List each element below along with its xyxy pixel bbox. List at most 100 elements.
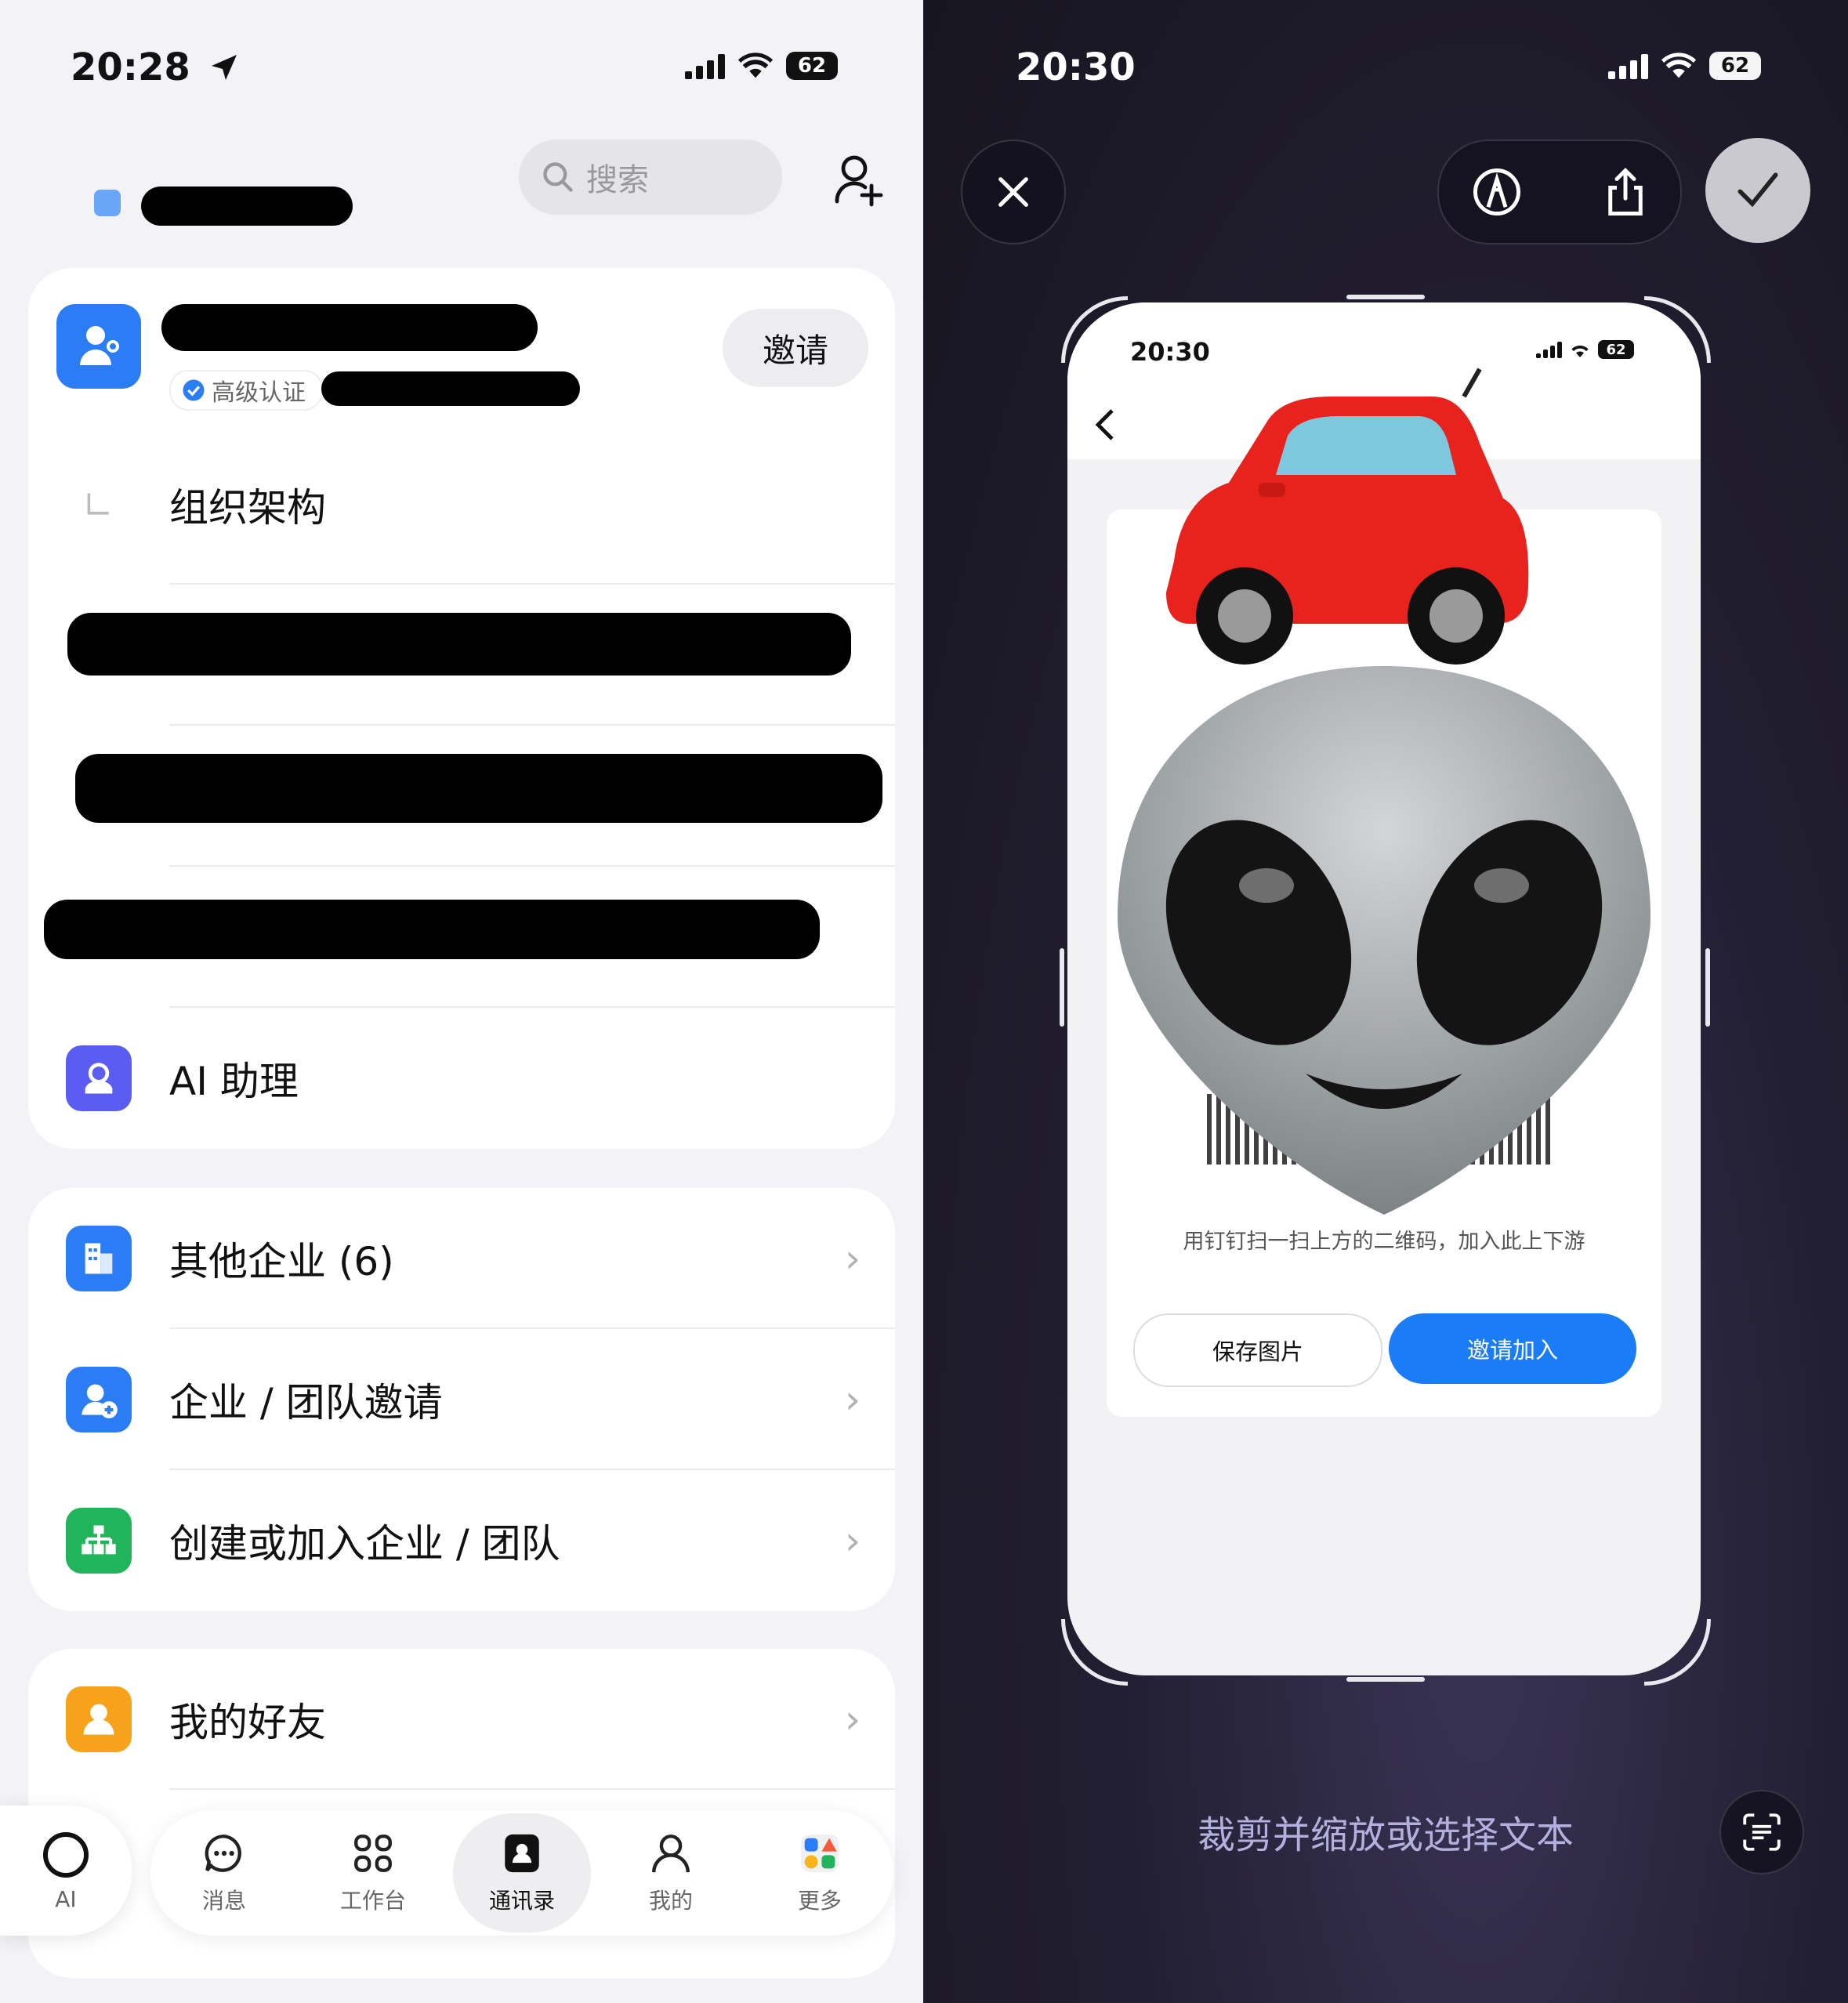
invite-join-label: 邀请加入 <box>1466 1337 1558 1364</box>
chevron-right-icon: › <box>845 1697 861 1742</box>
verified-icon <box>183 379 205 401</box>
preview-time: 20:30 <box>1130 337 1210 367</box>
tree-corner-icon <box>87 493 109 515</box>
save-image-button[interactable]: 保存图片 <box>1133 1313 1382 1387</box>
ai-assistant-icon <box>66 1045 132 1111</box>
redacted-org-name <box>141 187 353 226</box>
ai-tab-label: AI <box>55 1885 77 1912</box>
crop-handle-bottom[interactable] <box>1346 1677 1425 1682</box>
org-structure-row[interactable]: 组织架构 <box>28 434 895 575</box>
redacted-dept-2[interactable] <box>75 754 882 823</box>
search-icon <box>543 162 573 192</box>
my-friends-row[interactable]: 我的好友 › <box>28 1649 895 1790</box>
chevron-right-icon: › <box>845 1518 861 1563</box>
redacted-org-title <box>161 304 538 351</box>
tab-me-label: 我的 <box>648 1888 693 1914</box>
share-icon <box>1608 167 1643 216</box>
signal-icon <box>1536 341 1562 358</box>
team-invite-row[interactable]: 企业 / 团队邀请 › <box>28 1329 895 1470</box>
tab-more-label: 更多 <box>797 1888 842 1914</box>
save-image-label: 保存图片 <box>1212 1338 1303 1365</box>
divider <box>169 1788 895 1790</box>
crop-handle-right[interactable] <box>1705 948 1710 1027</box>
status-icons: 62 <box>685 49 838 83</box>
markup-button[interactable] <box>1462 158 1531 226</box>
location-arrow-icon <box>211 55 237 80</box>
person-icon <box>66 1686 132 1752</box>
team-invite-label: 企业 / 团队邀请 <box>169 1380 443 1425</box>
tab-me[interactable]: 我的 <box>608 1810 734 1936</box>
bottom-tabbar: 消息 工作台 通讯录 我的 更多 <box>150 1810 893 1936</box>
battery-level: 62 <box>1606 341 1626 358</box>
alien-sticker[interactable] <box>1110 658 1658 1222</box>
redacted-dept-3[interactable] <box>44 900 820 959</box>
signal-icon <box>685 53 725 79</box>
grid-icon <box>354 1835 392 1872</box>
divider <box>169 865 895 867</box>
redacted-org-meta <box>321 371 580 406</box>
org-card: 高级认证 邀请 组织架构 AI 助理 <box>28 268 895 1149</box>
signal-icon <box>1608 53 1648 79</box>
screenshot-editor: 20:30 62 20:30 62 用钉钉扫一扫上方的二维码，加入此上下游 保存… <box>923 0 1848 2003</box>
battery-icon: 62 <box>1709 52 1761 80</box>
tab-contacts[interactable]: 通讯录 <box>453 1813 591 1932</box>
org-structure-label: 组织架构 <box>169 485 326 531</box>
car-sticker[interactable] <box>1127 365 1542 679</box>
doctor-icon <box>80 326 119 365</box>
battery-level: 62 <box>797 54 827 78</box>
crop-handle-top[interactable] <box>1346 295 1425 299</box>
building-icon <box>66 1226 132 1291</box>
user-add-icon <box>66 1367 132 1433</box>
time-text: 20:30 <box>1016 45 1136 89</box>
close-button[interactable] <box>961 139 1066 244</box>
tab-messages-label: 消息 <box>201 1888 246 1914</box>
redacted-dept-1[interactable] <box>67 613 851 676</box>
preview-status-icons: 62 <box>1536 340 1634 359</box>
person-icon <box>652 1835 690 1873</box>
wifi-icon <box>737 53 774 78</box>
back-icon <box>1095 409 1114 440</box>
invite-join-button[interactable]: 邀请加入 <box>1389 1313 1636 1384</box>
battery-level: 62 <box>1720 54 1750 78</box>
battery-icon: 62 <box>1598 340 1634 359</box>
contacts-icon <box>505 1834 539 1873</box>
badge-label: 高级认证 <box>212 379 306 407</box>
tab-more[interactable]: 更多 <box>757 1810 882 1936</box>
hint-text: 裁剪并缩放或选择文本 <box>1197 1813 1574 1857</box>
apps-icon <box>800 1834 839 1873</box>
ai-tab[interactable]: AI <box>0 1806 132 1936</box>
done-button[interactable] <box>1705 138 1810 243</box>
tab-messages[interactable]: 消息 <box>161 1810 287 1936</box>
live-text-button[interactable] <box>1719 1790 1804 1874</box>
chevron-right-icon: › <box>845 1377 861 1422</box>
status-time: 20:30 <box>1016 45 1136 89</box>
caption: 用钉钉扫一扫上方的二维码，加入此上下游 <box>1183 1230 1585 1254</box>
my-friends-label: 我的好友 <box>169 1700 326 1745</box>
org-avatar[interactable] <box>94 190 121 216</box>
ai-orb-icon <box>43 1831 89 1878</box>
create-join-row[interactable]: 创建或加入企业 / 团队 › <box>28 1470 895 1611</box>
invite-label: 邀请 <box>762 331 828 370</box>
ai-assistant-row[interactable]: AI 助理 <box>28 1008 895 1149</box>
invite-button[interactable]: 邀请 <box>723 309 868 387</box>
battery-icon: 62 <box>786 52 838 80</box>
chevron-right-icon: › <box>845 1236 861 1281</box>
org-chart-icon <box>66 1508 132 1574</box>
search-placeholder: 搜索 <box>586 162 649 198</box>
other-companies-row[interactable]: 其他企业 (6) › <box>28 1188 895 1329</box>
time-text: 20:28 <box>71 45 190 89</box>
add-contact-icon[interactable] <box>834 152 884 207</box>
ai-assistant-label: AI 助理 <box>169 1059 299 1104</box>
contacts-screen: 20:28 62 搜索 高级认证 邀请 组织架构 AI 助理 其他企业 (6) … <box>0 0 923 2003</box>
text-scan-icon <box>1743 1813 1781 1851</box>
share-button[interactable] <box>1591 158 1660 226</box>
crop-handle-left[interactable] <box>1060 948 1064 1027</box>
org-logo[interactable] <box>56 304 141 389</box>
status-icons: 62 <box>1608 49 1761 83</box>
tab-workbench[interactable]: 工作台 <box>310 1810 436 1936</box>
search-box[interactable]: 搜索 <box>519 139 782 215</box>
markup-pen-icon <box>1473 168 1520 216</box>
wifi-icon <box>1661 53 1697 78</box>
divider <box>169 724 895 726</box>
menu-card: 其他企业 (6) › 企业 / 团队邀请 › 创建或加入企业 / 团队 › <box>28 1188 895 1611</box>
